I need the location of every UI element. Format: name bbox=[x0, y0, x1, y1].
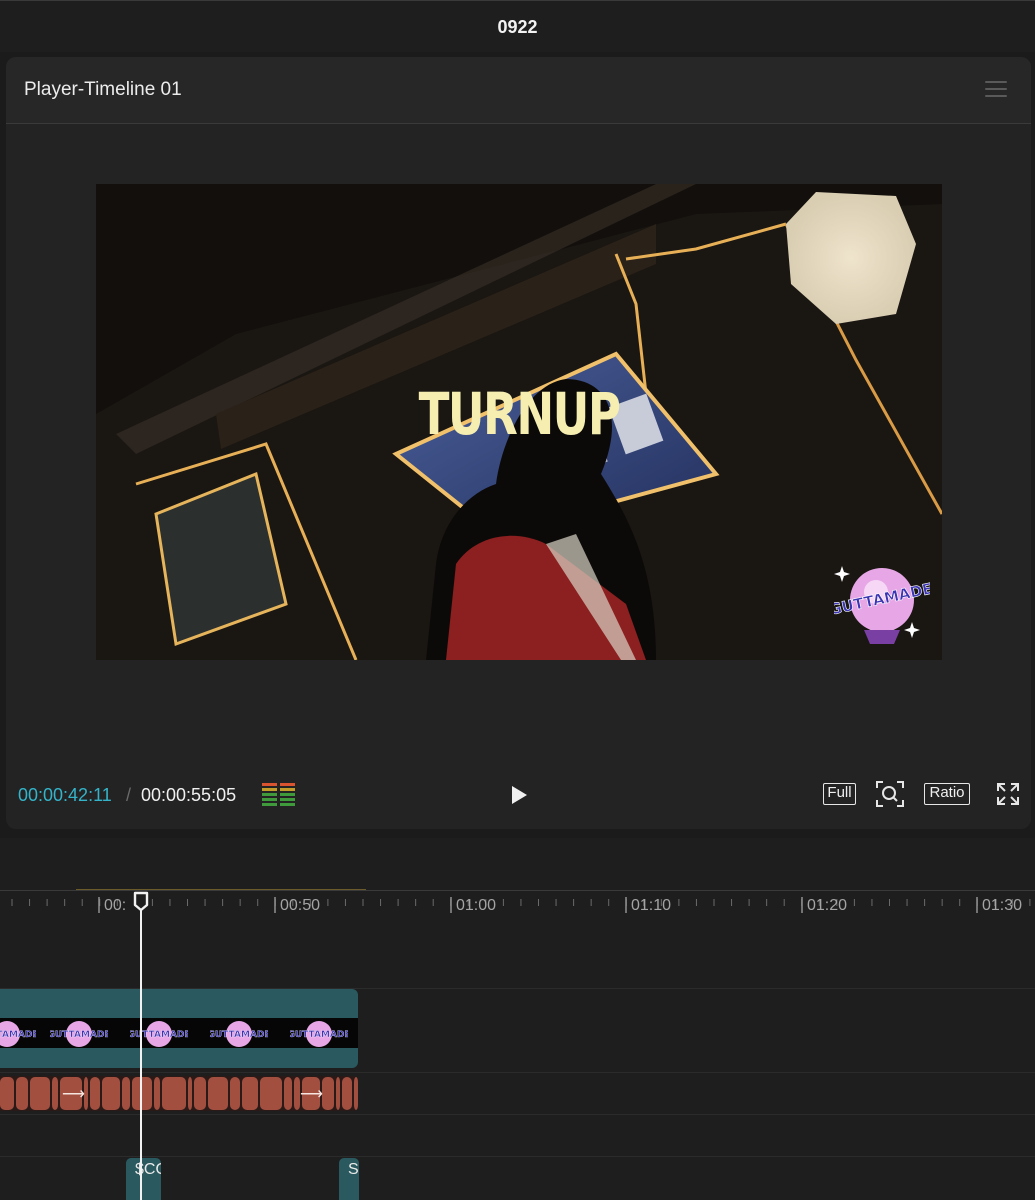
ruler-ticks bbox=[11, 897, 1031, 913]
full-button[interactable]: Full bbox=[823, 783, 856, 805]
clip-label: S bbox=[348, 1161, 359, 1178]
player-controls: 00:00:42:11 / 00:00:55:05 Full Ratio bbox=[6, 775, 1031, 815]
current-timecode: 00:00:42:11 bbox=[18, 785, 112, 805]
window-titlebar: 0922 bbox=[0, 0, 1035, 52]
clip-thumbnail: GUTTAMADE bbox=[0, 1021, 36, 1047]
thumbnail-label: GUTTAMADE bbox=[130, 1030, 188, 1040]
ruler-label: 01:30 bbox=[982, 897, 1023, 914]
ruler-label: 00: bbox=[104, 897, 127, 914]
guttamade-logo: GUTTAMADE bbox=[834, 566, 930, 644]
transition-arrow-icon: ⟶ bbox=[300, 1086, 323, 1103]
player-header: Player-Timeline 01 bbox=[6, 57, 1031, 124]
clip-thumbnail: GUTTAMADE bbox=[50, 1021, 108, 1047]
audio-meter-icon[interactable] bbox=[262, 783, 298, 807]
overlay-title-text: TURNUP bbox=[418, 380, 621, 448]
video-clip-main[interactable]: GUTTAMADE GUTTAMADE GUTTAMADE GUTTAMADE … bbox=[0, 989, 358, 1068]
clip-thumbnail: GUTTAMADE bbox=[130, 1021, 188, 1047]
thumbnail-label: GUTTAMADE bbox=[210, 1030, 268, 1040]
playhead-handle-icon[interactable] bbox=[133, 891, 149, 912]
thumbnail-label: GUTTAMADE bbox=[50, 1030, 108, 1040]
track-divider bbox=[0, 1114, 1035, 1115]
clip-thumbnail: GUTTAMADE bbox=[290, 1021, 348, 1047]
ruler-label: 00:50 bbox=[280, 897, 321, 914]
playhead-line[interactable] bbox=[140, 902, 142, 1200]
ruler-label: 01:20 bbox=[807, 897, 848, 914]
timeline-panel: 00: 00:50 01:00 01:10 01:20 01:30 GUTTAM… bbox=[0, 838, 1035, 1200]
clip-co[interactable]: $CO bbox=[126, 1158, 161, 1200]
player-title: Player-Timeline 01 bbox=[24, 79, 182, 100]
ruler-label: 01:00 bbox=[456, 897, 497, 914]
clip-label: $CO bbox=[135, 1161, 161, 1178]
play-icon[interactable] bbox=[508, 783, 530, 807]
timecode-separator: / bbox=[126, 785, 132, 805]
zoom-fit-icon[interactable] bbox=[875, 780, 905, 808]
track-divider bbox=[0, 1072, 1035, 1073]
player-panel: Player-Timeline 01 TURNUP GUTTAMADE 00:0… bbox=[6, 57, 1031, 829]
timeline-ruler[interactable]: 00: 00:50 01:00 01:10 01:20 01:30 bbox=[0, 890, 1035, 926]
thumbnail-label: GUTTAMADE bbox=[290, 1030, 348, 1040]
fullscreen-icon[interactable] bbox=[996, 782, 1020, 806]
audio-clip[interactable]: ⟶ ⟶ bbox=[0, 1076, 358, 1111]
ratio-button[interactable]: Ratio bbox=[924, 783, 970, 805]
menu-icon[interactable] bbox=[985, 81, 1007, 99]
thumbnail-label: GUTTAMADE bbox=[0, 1030, 36, 1040]
window-title: 0922 bbox=[497, 17, 538, 37]
clip-thumbnail: GUTTAMADE bbox=[210, 1021, 268, 1047]
clip-s[interactable]: S bbox=[339, 1158, 359, 1200]
track-divider bbox=[0, 1156, 1035, 1157]
video-preview[interactable]: TURNUP GUTTAMADE bbox=[96, 184, 942, 660]
ruler-label: 01:10 bbox=[631, 897, 672, 914]
clip-thumbnail-strip: GUTTAMADE GUTTAMADE GUTTAMADE GUTTAMADE … bbox=[0, 1018, 358, 1048]
total-duration: 00:00:55:05 bbox=[141, 785, 237, 805]
transition-arrow-icon: ⟶ bbox=[62, 1086, 85, 1103]
